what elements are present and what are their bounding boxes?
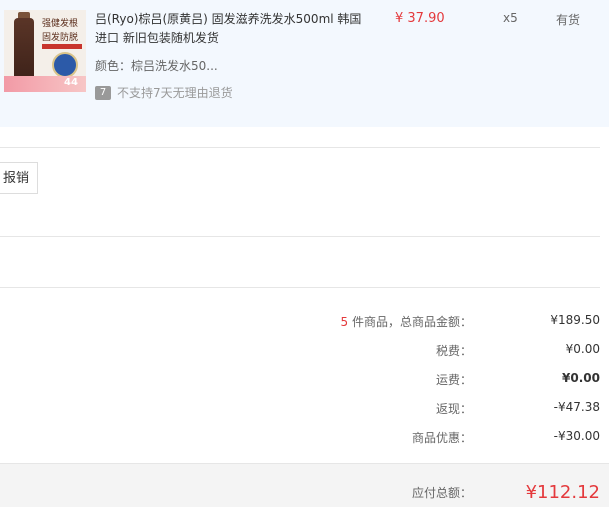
- no-return-icon: 7: [95, 85, 111, 100]
- discount-amount: -¥30.00: [553, 429, 600, 443]
- summary-shipping-row: 运费： ¥0.00: [0, 371, 609, 391]
- discount-label: 商品优惠：: [411, 431, 472, 445]
- tax-amount: ¥0.00: [565, 342, 600, 356]
- order-item: 强健发根 固发防脱 44 吕(Ryo)棕吕(原黄吕) 固发滋养洗发水500ml …: [0, 0, 609, 127]
- thumbnail-text: 强健发根: [42, 19, 79, 29]
- shipping-label: 运费：: [435, 373, 472, 387]
- return-policy-text: 不支持7天无理由退货: [117, 86, 233, 100]
- total-goods-amount: ¥189.50: [550, 313, 600, 327]
- thumbnail-banner: [42, 44, 82, 49]
- quantity: x5: [503, 11, 518, 25]
- return-policy: 7 不支持7天无理由退货: [95, 84, 233, 100]
- summary-discount-row: 商品优惠： -¥30.00: [0, 429, 609, 449]
- payable-total-amount: ¥112.12: [525, 482, 600, 503]
- product-title[interactable]: 吕(Ryo)棕吕(原黄吕) 固发滋养洗发水500ml 韩国进口 新旧包装随机发货: [95, 10, 365, 48]
- summary-goods-label: 5 件商品，总商品金额：: [341, 313, 472, 330]
- payable-total-bar: 应付总额： ¥112.12: [0, 463, 609, 507]
- summary-tax-row: 税费： ¥0.00: [0, 342, 609, 362]
- thumbnail-badge: 44: [64, 77, 78, 88]
- divider: [0, 147, 600, 148]
- product-thumbnail[interactable]: 强健发根 固发防脱 44: [4, 10, 86, 92]
- payable-total-label: 应付总额：: [411, 486, 472, 500]
- summary-cashback-row: 返现： -¥47.38: [0, 400, 609, 420]
- invoice-reimburse-button[interactable]: 报销: [0, 162, 38, 194]
- tax-label: 税费：: [435, 344, 472, 358]
- cashback-amount: -¥47.38: [553, 400, 600, 414]
- quality-seal-icon: [52, 52, 78, 78]
- shipping-amount: ¥0.00: [562, 371, 600, 385]
- count-label-text: 件商品，总商品金额：: [348, 315, 472, 329]
- product-color: 颜色：棕吕洗发水50...: [95, 59, 218, 73]
- cashback-label: 返现：: [435, 402, 472, 416]
- divider: [0, 236, 600, 237]
- stock-status: 有货: [556, 13, 581, 27]
- divider: [0, 287, 600, 288]
- thumbnail-text: 固发防脱: [42, 33, 79, 43]
- unit-price: ¥ 37.90: [395, 11, 445, 26]
- summary-goods-row: 5 件商品，总商品金额： ¥189.50: [0, 313, 609, 333]
